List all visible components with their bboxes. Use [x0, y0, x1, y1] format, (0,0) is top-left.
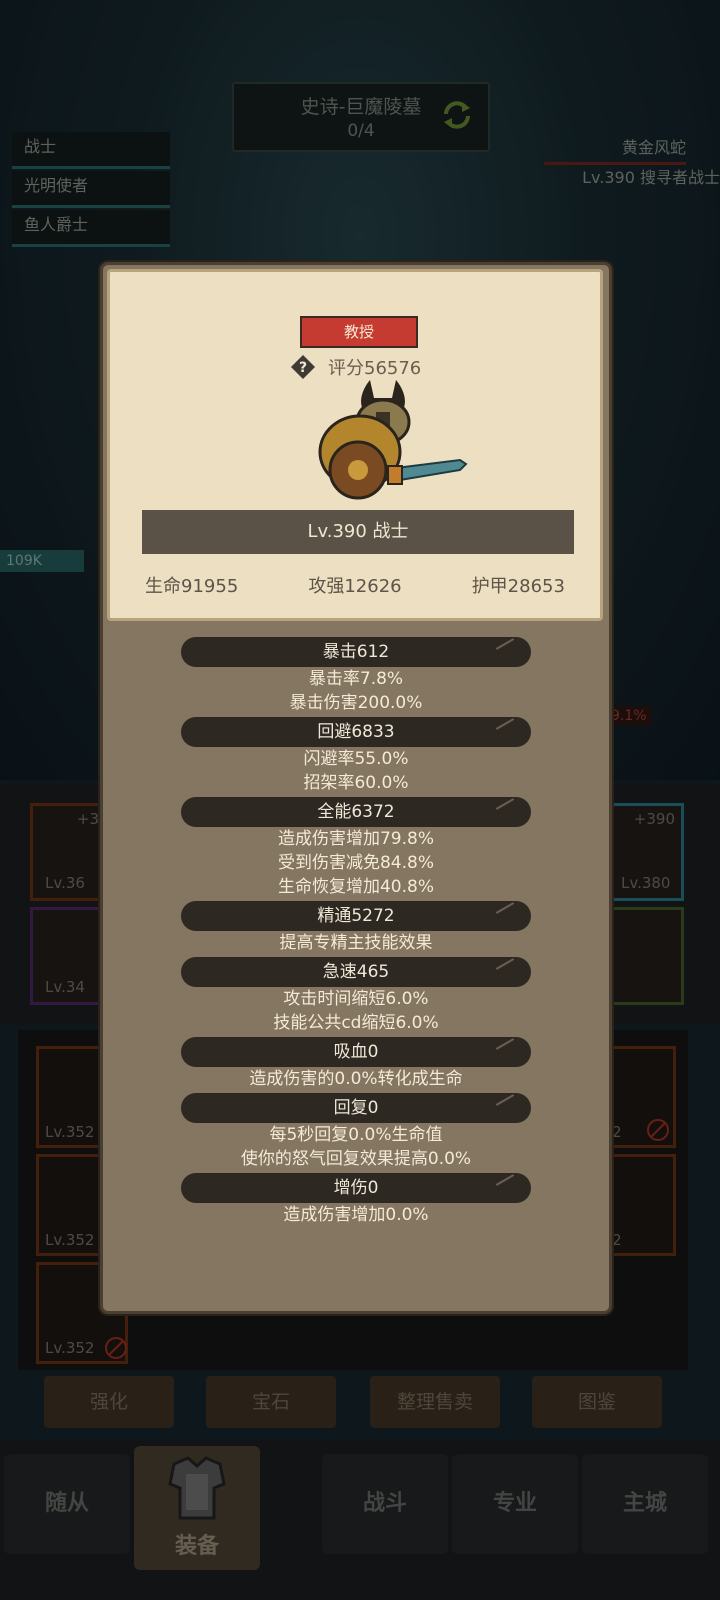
stat-header-mastery: 精通5272 [181, 901, 531, 931]
rank-badge: 教授 [300, 316, 418, 348]
stat-header-damage-bonus: 增伤0 [181, 1173, 531, 1203]
secondary-stats: 暴击612 暴击率7.8% 暴击伤害200.0% 回避6833 闪避率55.0%… [103, 635, 609, 1227]
stat-detail: 招架率60.0% [303, 773, 409, 793]
stat-detail: 暴击伤害200.0% [289, 693, 423, 713]
warrior-portrait [318, 380, 468, 500]
stat-detail: 受到伤害减免84.8% [277, 853, 434, 873]
character-card: 教授 ? 评分56576 Lv.390 战士 生命91955 攻强12626 护… [107, 269, 603, 621]
stat-attack-power: 攻强12626 [308, 576, 402, 597]
stat-detail: 造成伤害增加0.0% [283, 1205, 429, 1225]
stat-header-lifesteal: 吸血0 [181, 1037, 531, 1067]
character-banner: Lv.390 战士 [142, 510, 574, 554]
stat-detail: 生命恢复增加40.8% [277, 877, 434, 897]
stat-armor: 护甲28653 [471, 576, 565, 597]
stat-detail: 暴击率7.8% [308, 669, 404, 689]
stat-detail: 技能公共cd缩短6.0% [273, 1013, 439, 1033]
character-stats-modal: 教授 ? 评分56576 Lv.390 战士 生命91955 攻强12626 护… [100, 262, 612, 1314]
stat-header-crit: 暴击612 [181, 637, 531, 667]
stat-detail: 提高专精主技能效果 [279, 933, 433, 953]
stat-detail: 每5秒回复0.0%生命值 [269, 1125, 443, 1145]
base-stats: 生命91955 攻强12626 护甲28653 [110, 572, 600, 598]
stat-detail: 闪避率55.0% [303, 749, 409, 769]
stat-health: 生命91955 [145, 576, 239, 597]
stat-detail: 攻击时间缩短6.0% [283, 989, 429, 1009]
stat-header-haste: 急速465 [181, 957, 531, 987]
stat-header-regen: 回复0 [181, 1093, 531, 1123]
stat-header-avoidance: 回避6833 [181, 717, 531, 747]
stat-header-versatility: 全能6372 [181, 797, 531, 827]
stat-detail: 造成伤害增加79.8% [277, 829, 434, 849]
stat-detail: 使你的怒气回复效果提高0.0% [240, 1149, 472, 1169]
stat-detail: 造成伤害的0.0%转化成生命 [249, 1069, 463, 1089]
